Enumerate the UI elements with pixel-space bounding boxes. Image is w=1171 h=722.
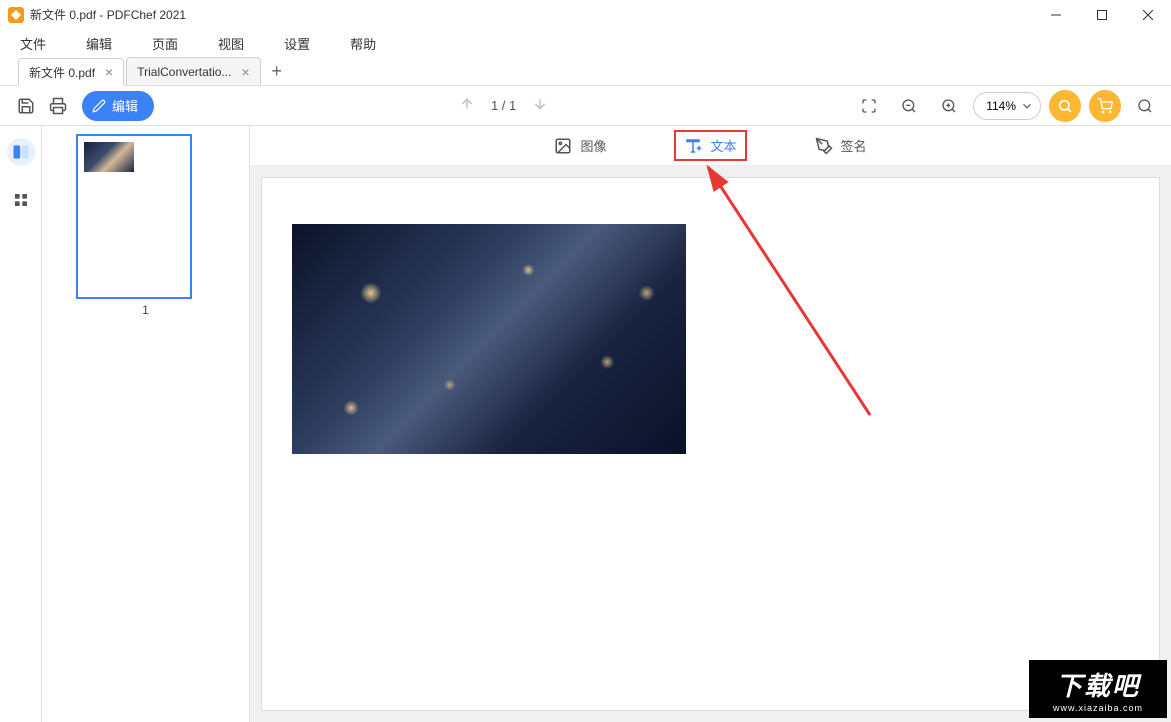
watermark-text: 下载吧 bbox=[1056, 666, 1140, 703]
insert-text-label: 文本 bbox=[710, 136, 736, 155]
insert-signature-label: 签名 bbox=[841, 136, 867, 155]
menu-bar: 文件 编辑 页面 视图 设置 帮助 bbox=[0, 30, 1171, 56]
grid-panel-button[interactable] bbox=[7, 186, 35, 214]
search-highlight-button[interactable] bbox=[1049, 90, 1081, 122]
embedded-image[interactable] bbox=[292, 224, 686, 454]
maximize-button[interactable] bbox=[1079, 0, 1125, 30]
thumbnail-number: 1 bbox=[76, 303, 215, 317]
tab-add-button[interactable]: + bbox=[263, 57, 291, 85]
title-bar: 新文件 0.pdf - PDFChef 2021 bbox=[0, 0, 1171, 30]
page-indicator: 1 / 1 bbox=[491, 98, 516, 113]
tab-file-0[interactable]: 新文件 0.pdf × bbox=[18, 58, 124, 86]
search-button[interactable] bbox=[1129, 90, 1161, 122]
zoom-dropdown[interactable]: 114% bbox=[973, 92, 1041, 120]
tab-close-icon[interactable]: × bbox=[241, 64, 249, 80]
insert-image-label: 图像 bbox=[580, 136, 606, 155]
cart-button[interactable] bbox=[1089, 90, 1121, 122]
tab-file-1[interactable]: TrialConvertatio... × bbox=[126, 57, 260, 85]
tab-bar: 新文件 0.pdf × TrialConvertatio... × + bbox=[0, 56, 1171, 86]
zoom-out-button[interactable] bbox=[893, 90, 925, 122]
page-thumbnail[interactable] bbox=[76, 134, 192, 299]
thumbnail-image bbox=[84, 142, 134, 172]
menu-view[interactable]: 视图 bbox=[218, 34, 244, 53]
save-button[interactable] bbox=[10, 90, 42, 122]
main-area: 1 图像 文本 签名 bbox=[0, 126, 1171, 722]
watermark: 下载吧 www.xiazaiba.com bbox=[1029, 660, 1167, 718]
left-sidebar bbox=[0, 126, 42, 722]
edit-toolbar: 图像 文本 签名 bbox=[250, 126, 1171, 166]
document-canvas[interactable]: 图像 文本 签名 bbox=[250, 126, 1171, 722]
print-button[interactable] bbox=[42, 90, 74, 122]
menu-edit[interactable]: 编辑 bbox=[86, 34, 112, 53]
zoom-in-button[interactable] bbox=[933, 90, 965, 122]
prev-page-button[interactable] bbox=[459, 96, 475, 115]
minimize-button[interactable] bbox=[1033, 0, 1079, 30]
pdf-page[interactable] bbox=[262, 178, 1159, 710]
watermark-url: www.xiazaiba.com bbox=[1053, 703, 1143, 713]
insert-image-button[interactable]: 图像 bbox=[546, 132, 614, 159]
thumbnail-panel: 1 bbox=[42, 126, 250, 722]
zoom-value: 114% bbox=[986, 99, 1016, 113]
menu-file[interactable]: 文件 bbox=[20, 34, 46, 53]
edit-label: 编辑 bbox=[112, 96, 138, 115]
edit-mode-button[interactable]: 编辑 bbox=[82, 91, 154, 121]
close-button[interactable] bbox=[1125, 0, 1171, 30]
tab-close-icon[interactable]: × bbox=[105, 64, 113, 80]
tab-label: TrialConvertatio... bbox=[137, 65, 231, 79]
menu-page[interactable]: 页面 bbox=[152, 34, 178, 53]
insert-signature-button[interactable]: 签名 bbox=[807, 132, 875, 159]
menu-settings[interactable]: 设置 bbox=[284, 34, 310, 53]
insert-text-button[interactable]: 文本 bbox=[674, 130, 746, 161]
fullscreen-button[interactable] bbox=[853, 90, 885, 122]
toolbar: 编辑 1 / 1 114% bbox=[0, 86, 1171, 126]
app-icon bbox=[8, 7, 24, 23]
menu-help[interactable]: 帮助 bbox=[350, 34, 376, 53]
window-title: 新文件 0.pdf - PDFChef 2021 bbox=[30, 6, 186, 23]
thumbnails-panel-button[interactable] bbox=[7, 138, 35, 166]
next-page-button[interactable] bbox=[532, 96, 548, 115]
tab-label: 新文件 0.pdf bbox=[29, 64, 95, 81]
